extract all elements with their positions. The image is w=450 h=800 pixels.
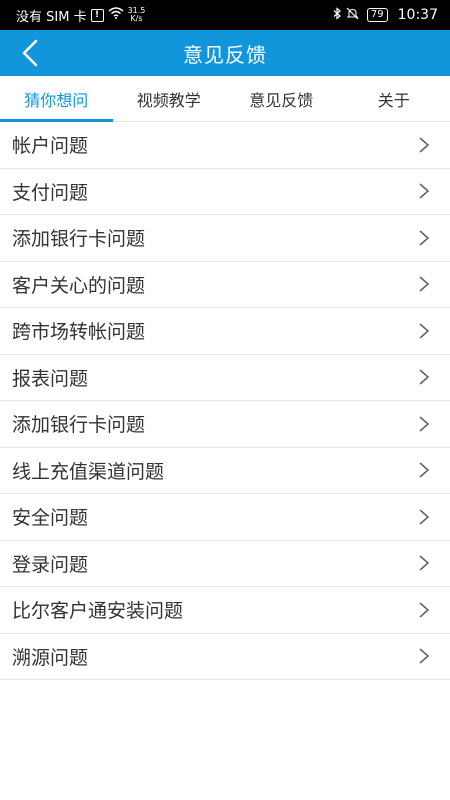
faq-item-label: 添加银行卡问题	[12, 228, 146, 251]
faq-item-add-bank-card[interactable]: 添加银行卡问题	[0, 215, 450, 262]
faq-item-online-topup[interactable]: 线上充值渠道问题	[0, 448, 450, 494]
faq-item-label: 支付问题	[12, 181, 89, 204]
status-bar-right: 79 10:37	[333, 6, 438, 24]
chevron-right-icon	[419, 137, 430, 153]
tab-about[interactable]: 关于	[338, 76, 450, 121]
status-bar-left: 没有 SIM 卡 ! 31.5 K/s	[16, 6, 145, 25]
faq-item-account[interactable]: 帐户问题	[0, 122, 450, 169]
faq-item-label: 报表问题	[12, 367, 89, 390]
faq-item-add-bank-card-2[interactable]: 添加银行卡问题	[0, 401, 450, 448]
app-bar: 意见反馈	[0, 30, 450, 76]
chevron-right-icon	[419, 555, 430, 571]
faq-item-label: 跨市场转帐问题	[12, 321, 146, 344]
back-arrow-icon	[22, 39, 38, 67]
tab-video-tutorials[interactable]: 视频教学	[113, 76, 226, 121]
chevron-right-icon	[419, 276, 430, 292]
chevron-right-icon	[419, 462, 430, 478]
faq-item-traceability[interactable]: 溯源问题	[0, 634, 450, 680]
chevron-right-icon	[419, 183, 430, 199]
faq-item-label: 添加银行卡问题	[12, 414, 146, 437]
tab-feedback[interactable]: 意见反馈	[225, 76, 338, 121]
carrier-text: 没有 SIM 卡	[16, 9, 87, 25]
wifi-icon	[108, 7, 124, 23]
back-button[interactable]	[10, 35, 50, 71]
chevron-right-icon	[419, 602, 430, 618]
tab-bar: 猜你想问 视频教学 意见反馈 关于	[0, 76, 450, 122]
bluetooth-icon	[333, 6, 342, 24]
tab-guess-questions[interactable]: 猜你想问	[0, 76, 113, 122]
faq-item-reports[interactable]: 报表问题	[0, 355, 450, 401]
battery-level: 79	[370, 9, 384, 20]
faq-item-security[interactable]: 安全问题	[0, 494, 450, 541]
faq-list: 帐户问题 支付问题 添加银行卡问题 客户关心的问题 跨市场转帐问题 报表问题 添…	[0, 122, 450, 680]
battery-icon: 79	[366, 8, 388, 22]
chevron-right-icon	[419, 369, 430, 385]
net-speed-unit: K/s	[130, 14, 143, 23]
chevron-right-icon	[419, 230, 430, 246]
faq-item-label: 比尔客户通安装问题	[12, 600, 184, 623]
faq-item-payment[interactable]: 支付问题	[0, 169, 450, 215]
faq-item-label: 客户关心的问题	[12, 274, 146, 297]
net-speed: 31.5 K/s	[128, 7, 146, 23]
page-title: 意见反馈	[183, 42, 267, 67]
bell-off-icon	[346, 7, 359, 24]
status-bar: 没有 SIM 卡 ! 31.5 K/s 79 10:37	[0, 0, 450, 30]
chevron-right-icon	[419, 648, 430, 664]
faq-item-label: 登录问题	[12, 553, 89, 576]
chevron-right-icon	[419, 323, 430, 339]
faq-item-label: 安全问题	[12, 507, 89, 530]
faq-item-cross-market-transfer[interactable]: 跨市场转帐问题	[0, 308, 450, 355]
faq-item-login[interactable]: 登录问题	[0, 541, 450, 587]
chevron-right-icon	[419, 416, 430, 432]
clock: 10:37	[397, 7, 438, 23]
faq-item-customer-concerns[interactable]: 客户关心的问题	[0, 262, 450, 308]
faq-item-install[interactable]: 比尔客户通安装问题	[0, 587, 450, 634]
sim-alert-icon: !	[90, 8, 104, 22]
faq-item-label: 帐户问题	[12, 135, 89, 158]
faq-item-label: 溯源问题	[12, 646, 89, 669]
chevron-right-icon	[419, 509, 430, 525]
faq-item-label: 线上充值渠道问题	[12, 460, 165, 483]
